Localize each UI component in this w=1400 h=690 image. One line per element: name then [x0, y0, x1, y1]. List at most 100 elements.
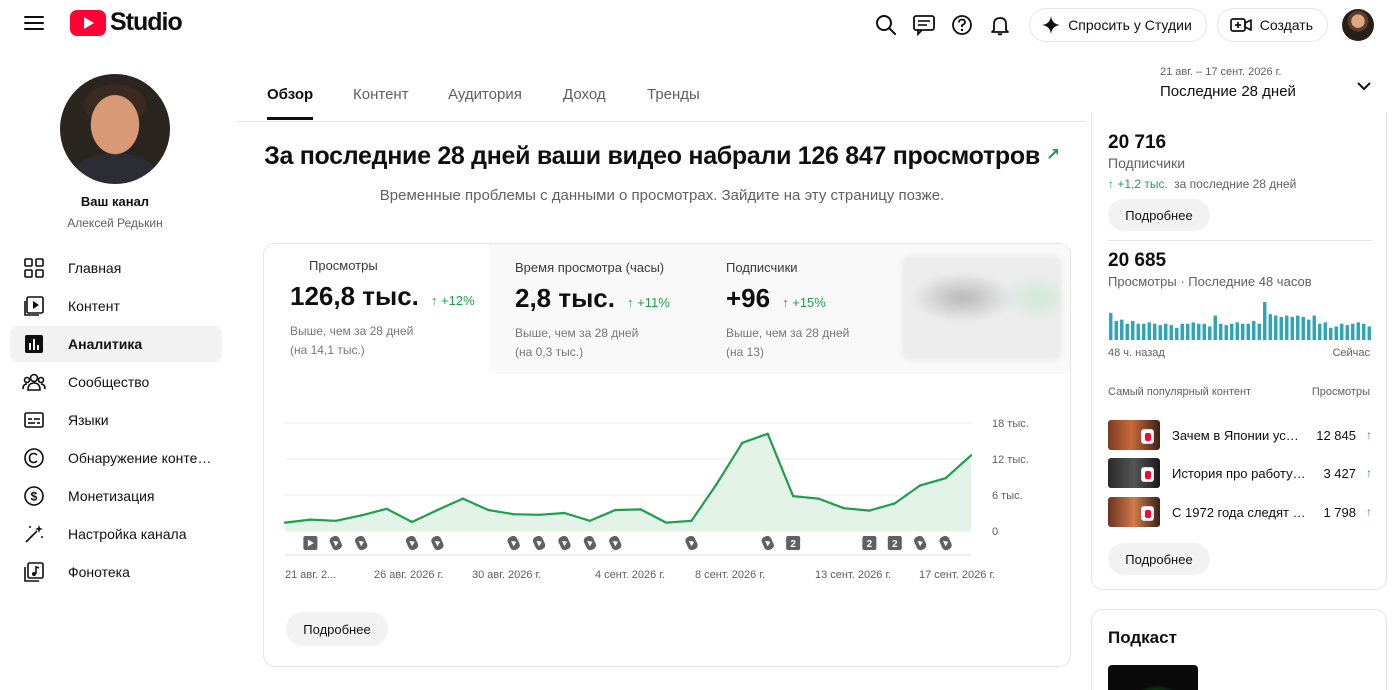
shorts-upload-marker: [558, 535, 571, 551]
realtime-bar: [1268, 314, 1272, 340]
realtime-bar: [1246, 323, 1250, 340]
metric-label: Время просмотра (часы): [515, 260, 665, 275]
realtime-bar: [1296, 315, 1300, 340]
date-range-dates: 21 авг. – 17 сент. 2026 г.: [1160, 66, 1282, 78]
realtime-bar: [1312, 315, 1316, 340]
search-icon[interactable]: [869, 10, 903, 40]
create-button[interactable]: Создать: [1216, 8, 1328, 42]
chart-data-point: [918, 484, 922, 487]
menu-icon[interactable]: [22, 12, 46, 34]
top-content-more-button[interactable]: Подробнее: [1108, 543, 1210, 575]
chevron-down-icon[interactable]: [1354, 80, 1374, 94]
top-content-views: 3 427: [1323, 465, 1356, 481]
shorts-icon: [1141, 506, 1154, 521]
top-content-title: С 1972 года следят за...: [1172, 504, 1308, 520]
realtime-end-label: Сейчас: [1332, 347, 1370, 359]
tab-overview[interactable]: Обзор: [267, 86, 314, 120]
sidebar-item-label: Монетизация: [68, 488, 155, 504]
subscribers-count: 20 716: [1108, 132, 1167, 153]
x-tick-label: 4 сент. 2026 г.: [595, 569, 665, 581]
chart-data-point: [410, 520, 414, 524]
top-bar: Studio Спросить у Студии Создать: [0, 0, 1400, 46]
metric-value: +96: [726, 283, 771, 313]
realtime-bar: [1158, 325, 1162, 340]
channel-avatar[interactable]: [60, 74, 170, 184]
ask-studio-label: Спросить у Студии: [1068, 17, 1192, 33]
y-tick-label: 6 тыс.: [992, 490, 1023, 502]
podcast-thumbnail[interactable]: [1108, 665, 1198, 690]
subscribers-more-button[interactable]: Подробнее: [1108, 199, 1210, 231]
realtime-bar: [1301, 316, 1305, 340]
ask-studio-button[interactable]: Спросить у Студии: [1029, 8, 1207, 42]
metric-subscribers[interactable]: Подписчики +96 ↑ +15% Выше, чем за 28 дне…: [700, 244, 886, 374]
logo-text: Studio: [110, 8, 183, 36]
sidebar-item-content-detection[interactable]: Обнаружение контента: [10, 440, 222, 476]
sidebar-item-monetization[interactable]: $ Монетизация: [10, 478, 222, 514]
tab-revenue[interactable]: Доход: [563, 86, 606, 117]
realtime-bar: [1164, 323, 1168, 340]
feedback-icon[interactable]: [907, 10, 941, 40]
content-icon: [22, 294, 46, 318]
top-content-item[interactable]: С 1972 года следят за... 1 798 ↑: [1108, 496, 1372, 528]
metric-note: Выше, чем за 28 дней (на 13): [726, 326, 850, 359]
sidebar-item-languages[interactable]: Языки: [10, 402, 222, 438]
realtime-bar: [1235, 322, 1239, 340]
shorts-upload-marker: [329, 535, 342, 551]
realtime-bar: [1213, 315, 1217, 340]
subtitles-icon: [22, 408, 46, 432]
sidebar-item-customization[interactable]: Настройка канала: [10, 516, 222, 552]
top-content-title: История про работу в Японии: [1172, 465, 1308, 481]
realtime-bar: [1230, 323, 1234, 340]
tab-trends[interactable]: Тренды: [647, 86, 700, 117]
sidebar-item-community[interactable]: Сообщество: [10, 364, 222, 400]
metric-note: Выше, чем за 28 дней (на 0,3 тыс.): [515, 326, 639, 359]
shorts-upload-marker: [761, 535, 774, 551]
chart-area-fill: [285, 433, 971, 531]
marker-count-label: 2: [867, 539, 873, 550]
sparkle-icon: [1042, 16, 1061, 34]
trend-up-arrow-icon: ↗: [1045, 145, 1060, 164]
date-range-picker[interactable]: 21 авг. – 17 сент. 2026 г. Последние 28 …: [1160, 66, 1296, 100]
realtime-bar: [1351, 323, 1355, 340]
x-tick-label: 21 авг. 2...: [285, 569, 336, 581]
chart-data-point: [766, 432, 769, 435]
chart-series-line: [284, 432, 972, 524]
dashboard-icon: [22, 256, 46, 280]
metric-blurred[interactable]: [886, 244, 1070, 374]
trend-up-icon: ↑: [1366, 428, 1372, 442]
sidebar-item-content[interactable]: Контент: [10, 288, 222, 324]
youtube-logo-icon: [70, 9, 106, 36]
x-tick-label: 13 сент. 2026 г.: [815, 569, 891, 581]
sidebar-item-label: Главная: [68, 260, 122, 276]
account-avatar[interactable]: [1342, 9, 1374, 41]
metric-watch-time[interactable]: Время просмотра (часы) 2,8 тыс. ↑ +11% Вы…: [489, 244, 700, 374]
realtime-bar: [1274, 315, 1278, 340]
top-content-item[interactable]: Зачем в Японии усыновляют взрослых 12 84…: [1108, 419, 1372, 451]
realtime-bar: [1334, 326, 1338, 340]
chart-data-point: [563, 511, 566, 515]
metric-views[interactable]: Просмотры 126,8 тыс. ↑ +12% Выше, чем за …: [264, 244, 489, 374]
tab-content[interactable]: Контент: [353, 86, 409, 117]
sidebar-item-audio-library[interactable]: Фонотека: [10, 554, 222, 590]
more-details-button[interactable]: Подробнее: [286, 612, 388, 646]
notifications-icon[interactable]: [983, 10, 1017, 40]
shorts-icon: [1141, 429, 1154, 444]
channel-owner-name: Алексей Редькин: [67, 216, 163, 230]
subscribers-label: Подписчики: [1108, 155, 1186, 171]
sidebar-item-dashboard[interactable]: Главная: [10, 250, 222, 286]
tab-audience[interactable]: Аудитория: [448, 86, 522, 117]
help-icon[interactable]: [945, 10, 979, 40]
youtube-studio-logo[interactable]: Studio: [70, 8, 183, 37]
chart-data-point: [334, 519, 338, 522]
realtime-bar-chart[interactable]: [1108, 302, 1372, 340]
chart-data-point: [283, 521, 287, 524]
top-content-item[interactable]: История про работу в Японии 3 427 ↑: [1108, 457, 1372, 489]
video-thumbnail: [1108, 458, 1160, 488]
chart-data-point: [360, 514, 363, 517]
create-video-icon: [1229, 18, 1252, 32]
x-tick-label: 8 сент. 2026 г.: [695, 569, 765, 581]
y-tick-label: 0: [992, 526, 998, 538]
chart-data-point: [791, 495, 795, 498]
sidebar-item-analytics[interactable]: Аналитика: [10, 326, 222, 362]
subscribers-delta: ↑ +1,2 тыс. за последние 28 дней: [1108, 177, 1297, 191]
